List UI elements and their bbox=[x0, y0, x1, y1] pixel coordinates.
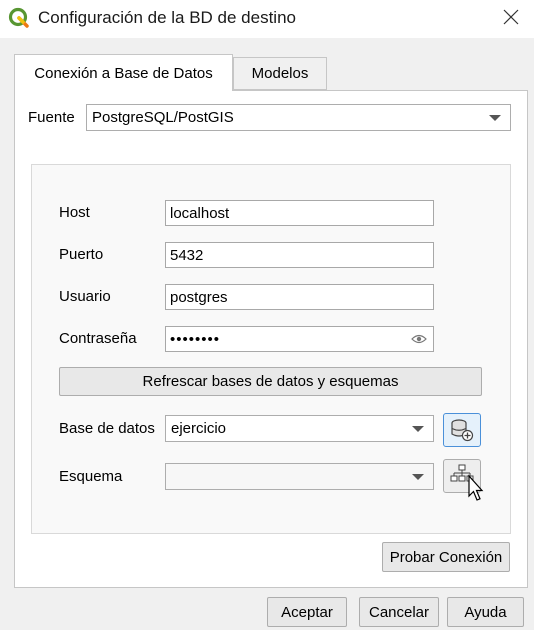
port-label: Puerto bbox=[59, 246, 104, 263]
mouse-pointer-icon bbox=[468, 474, 484, 501]
port-value: 5432 bbox=[170, 246, 204, 264]
tab-models-label: Modelos bbox=[251, 65, 309, 82]
schema-label: Esquema bbox=[59, 468, 123, 485]
source-select[interactable]: PostgreSQL/PostGIS bbox=[86, 104, 511, 131]
tab-panel: Fuente PostgreSQL/PostGIS Host localhost… bbox=[14, 90, 528, 588]
host-input[interactable]: localhost bbox=[165, 200, 434, 226]
tab-connection-label: Conexión a Base de Datos bbox=[34, 64, 213, 82]
test-connection-button[interactable]: Probar Conexión bbox=[382, 542, 510, 572]
refresh-button-label: Refrescar bases de datos y esquemas bbox=[142, 373, 399, 390]
database-add-icon bbox=[451, 419, 474, 442]
port-input[interactable]: 5432 bbox=[165, 242, 434, 268]
accept-button-label: Aceptar bbox=[281, 603, 333, 621]
user-value: postgres bbox=[170, 288, 228, 306]
refresh-button[interactable]: Refrescar bases de datos y esquemas bbox=[59, 367, 482, 396]
chevron-down-icon bbox=[412, 474, 424, 480]
qgis-logo-icon bbox=[8, 7, 29, 28]
chevron-down-icon bbox=[412, 426, 424, 432]
accept-button[interactable]: Aceptar bbox=[267, 597, 347, 627]
source-label: Fuente bbox=[28, 109, 75, 126]
window-title: Configuración de la BD de destino bbox=[38, 8, 296, 27]
cancel-button-label: Cancelar bbox=[368, 603, 430, 621]
password-value: •••••••• bbox=[170, 330, 221, 348]
cancel-button[interactable]: Cancelar bbox=[359, 597, 439, 627]
password-label: Contraseña bbox=[59, 330, 137, 347]
close-button[interactable] bbox=[488, 0, 534, 34]
tab-models[interactable]: Modelos bbox=[233, 57, 327, 90]
title-bar: Configuración de la BD de destino bbox=[0, 0, 534, 38]
host-label: Host bbox=[59, 204, 90, 221]
database-label: Base de datos bbox=[59, 420, 155, 437]
database-value: ejercicio bbox=[171, 420, 227, 437]
schema-select[interactable] bbox=[165, 463, 434, 490]
password-input[interactable]: •••••••• bbox=[165, 326, 434, 352]
eye-icon[interactable] bbox=[411, 333, 427, 345]
database-select[interactable]: ejercicio bbox=[165, 415, 434, 442]
help-button-label: Ayuda bbox=[464, 603, 507, 621]
close-icon bbox=[503, 9, 519, 25]
chevron-down-icon bbox=[489, 115, 501, 121]
user-label: Usuario bbox=[59, 288, 111, 305]
source-value: PostgreSQL/PostGIS bbox=[92, 109, 234, 126]
tab-connection[interactable]: Conexión a Base de Datos bbox=[14, 54, 233, 91]
help-button[interactable]: Ayuda bbox=[447, 597, 524, 627]
create-database-button[interactable] bbox=[443, 413, 481, 447]
host-value: localhost bbox=[170, 204, 230, 222]
user-input[interactable]: postgres bbox=[165, 284, 434, 310]
connection-group: Host localhost Puerto 5432 Usuario postg… bbox=[31, 164, 511, 534]
test-connection-label: Probar Conexión bbox=[389, 548, 503, 566]
